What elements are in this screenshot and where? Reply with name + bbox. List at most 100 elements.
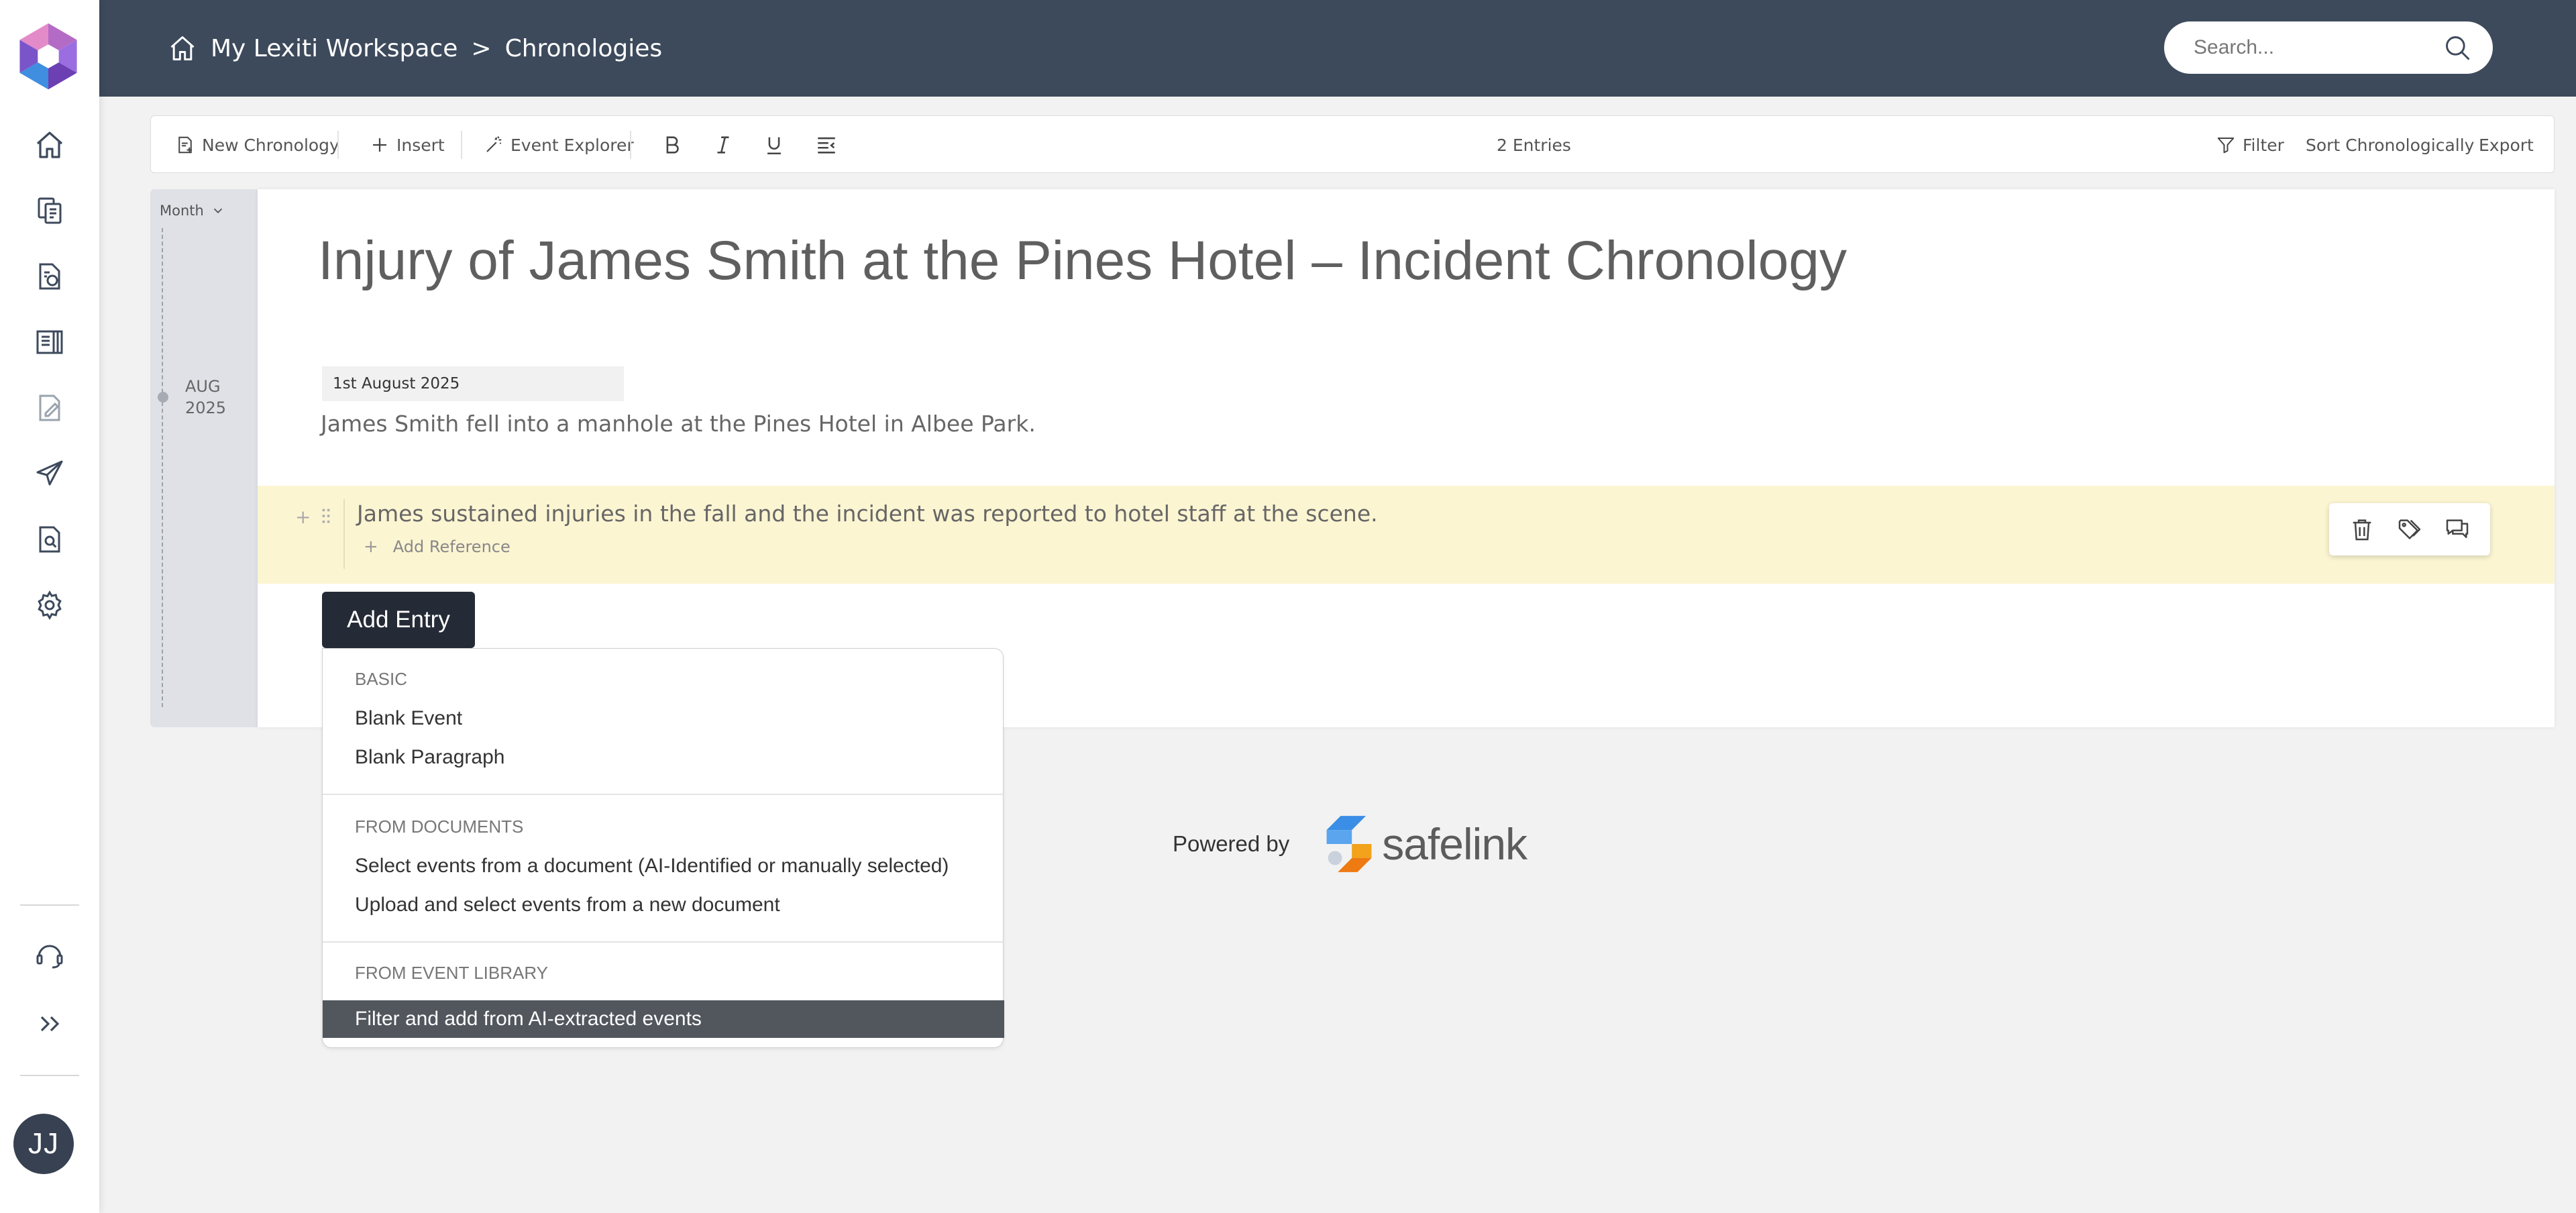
nav-document-search[interactable] [23, 513, 76, 566]
entry-actions [2329, 503, 2490, 556]
trash-icon [2353, 519, 2371, 541]
comment-entry-button[interactable] [2440, 513, 2474, 546]
search-icon[interactable] [2443, 34, 2473, 63]
nav-settings[interactable] [23, 578, 76, 632]
event-explorer-button[interactable]: Event Explorer [484, 116, 634, 174]
text-align-icon [818, 137, 835, 154]
entry-text[interactable]: James Smith fell into a manhole at the P… [321, 411, 1036, 437]
nav-support[interactable] [23, 929, 76, 982]
reports-icon [39, 263, 60, 290]
italic-button[interactable] [709, 131, 737, 159]
nav-home[interactable] [23, 118, 76, 172]
rail-divider [20, 904, 79, 906]
timeline-group-label[interactable]: AUG 2025 [185, 376, 226, 419]
magic-wand-icon [486, 136, 502, 152]
left-rail: JJ [0, 0, 99, 1213]
menu-item-blank-paragraph[interactable]: Blank Paragraph [323, 739, 1004, 776]
add-entry-button[interactable]: Add Entry [322, 592, 475, 648]
home-icon[interactable] [168, 34, 197, 63]
drag-handle-icon[interactable] [322, 509, 330, 523]
tags-icon [2398, 519, 2421, 539]
menu-section-heading: FROM DOCUMENTS [355, 816, 524, 837]
timeline-strip: Month AUG 2025 [150, 189, 258, 727]
library-icon [36, 330, 63, 354]
plus-icon: + [364, 537, 378, 557]
entries-count-label: 2 Entries [1497, 135, 1571, 155]
entry-indent-line [343, 499, 345, 569]
support-icon [36, 945, 63, 969]
sort-chronologically-button[interactable]: Sort Chronologically [2306, 116, 2474, 174]
timeline-line [162, 228, 163, 707]
menu-item-select-events-document[interactable]: Select events from a document (AI-Identi… [323, 847, 1004, 885]
nav-expand[interactable] [23, 997, 76, 1051]
menu-item-upload-document[interactable]: Upload and select events from a new docu… [323, 886, 1004, 924]
selected-entry[interactable]: + James sustained injuries in the fall a… [258, 486, 2555, 584]
italic-icon [717, 136, 729, 154]
edit-document-icon [39, 394, 60, 421]
plus-icon [373, 138, 386, 152]
chevron-down-icon [213, 208, 222, 214]
event-explorer-label: Event Explorer [511, 135, 634, 155]
timeline-marker[interactable] [158, 392, 168, 403]
safelink-logo-icon [1326, 816, 1372, 872]
entry-text[interactable]: James sustained injuries in the fall and… [357, 500, 1378, 527]
nav-reports[interactable] [23, 250, 76, 303]
insert-label: Insert [396, 135, 445, 155]
add-reference-button[interactable]: + Add Reference [364, 537, 511, 557]
granularity-select[interactable]: Month [160, 199, 225, 223]
settings-icon [38, 590, 62, 620]
add-block-button[interactable]: + [295, 506, 311, 528]
new-document-icon [178, 136, 192, 154]
safelink-brand: safelink [1382, 819, 1527, 869]
menu-item-filter-ai-events[interactable]: Filter and add from AI-extracted events [323, 1000, 1004, 1038]
menu-section-heading: FROM EVENT LIBRARY [355, 963, 548, 983]
menu-section-heading: BASIC [355, 669, 408, 689]
granularity-value: Month [160, 203, 204, 219]
export-label: Export [2479, 135, 2534, 155]
add-reference-label: Add Reference [392, 537, 511, 556]
menu-divider [323, 941, 1004, 943]
filter-icon [2217, 138, 2235, 154]
toolbar-divider [630, 131, 631, 159]
bold-button[interactable] [658, 131, 686, 159]
new-chronology-button[interactable]: New Chronology [175, 116, 339, 174]
paragraph-format-button[interactable] [812, 131, 841, 159]
entry-date[interactable]: 1st August 2025 [322, 366, 624, 401]
nav-send[interactable] [23, 447, 76, 500]
bold-icon [666, 136, 679, 154]
expand-icon [40, 1016, 60, 1032]
breadcrumb-workspace[interactable]: My Lexiti Workspace [211, 35, 458, 62]
document-title[interactable]: Injury of James Smith at the Pines Hotel… [318, 229, 1847, 293]
search-input[interactable] [2192, 36, 2434, 60]
timeline-year: 2025 [185, 399, 227, 417]
rail-divider [20, 1075, 79, 1076]
powered-by: Powered by safelink [1173, 813, 1527, 875]
nav-documents[interactable] [23, 184, 76, 238]
home-icon [36, 131, 63, 158]
breadcrumb: My Lexiti Workspace > Chronologies [168, 30, 662, 67]
tag-entry-button[interactable] [2393, 513, 2426, 546]
breadcrumb-separator: > [471, 34, 492, 62]
sort-label: Sort Chronologically [2306, 135, 2475, 155]
export-button[interactable]: Export [2479, 116, 2534, 174]
delete-entry-button[interactable] [2345, 513, 2379, 546]
lexiti-logo[interactable] [11, 19, 86, 94]
toolbar-divider [337, 131, 339, 159]
breadcrumb-chronologies[interactable]: Chronologies [505, 35, 663, 62]
insert-button[interactable]: Insert [370, 116, 445, 174]
entries-count: 2 Entries [1497, 116, 1571, 174]
add-entry-menu: BASIC Blank Event Blank Paragraph FROM D… [322, 648, 1004, 1048]
chronology-document: Injury of James Smith at the Pines Hotel… [258, 189, 2555, 727]
menu-item-blank-event[interactable]: Blank Event [323, 700, 1004, 737]
filter-button[interactable]: Filter [2216, 116, 2284, 174]
filter-label: Filter [2243, 135, 2284, 155]
new-chronology-label: New Chronology [202, 135, 339, 155]
nav-library[interactable] [23, 315, 76, 369]
toolbar-divider [461, 131, 462, 159]
underline-button[interactable] [760, 131, 788, 159]
document-search-icon [39, 526, 60, 553]
top-header: My Lexiti Workspace > Chronologies [99, 0, 2576, 97]
user-avatar[interactable]: JJ [13, 1114, 74, 1174]
nav-edit-document[interactable] [23, 381, 76, 435]
underline-icon [767, 137, 781, 155]
